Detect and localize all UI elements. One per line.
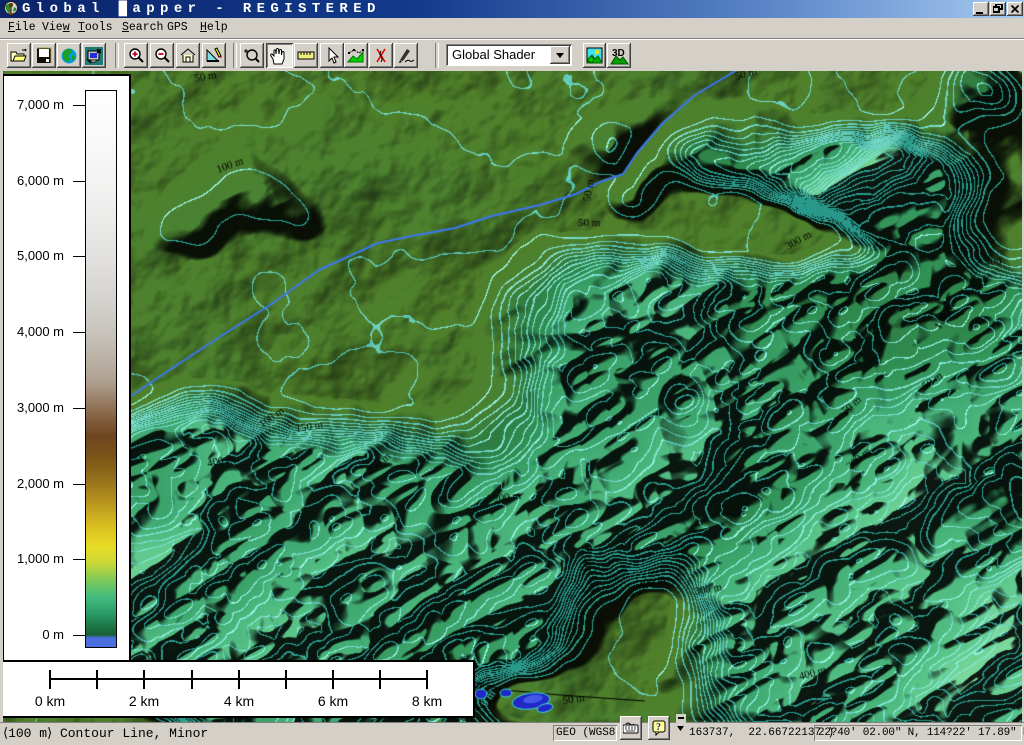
svg-text:4 km: 4 km xyxy=(224,693,254,709)
svg-text:?: ? xyxy=(656,722,661,733)
svg-text:2 km: 2 km xyxy=(129,693,159,709)
svg-text:6 km: 6 km xyxy=(318,693,348,709)
svg-text:8 km: 8 km xyxy=(412,693,442,709)
svg-text:0 km: 0 km xyxy=(35,693,65,709)
